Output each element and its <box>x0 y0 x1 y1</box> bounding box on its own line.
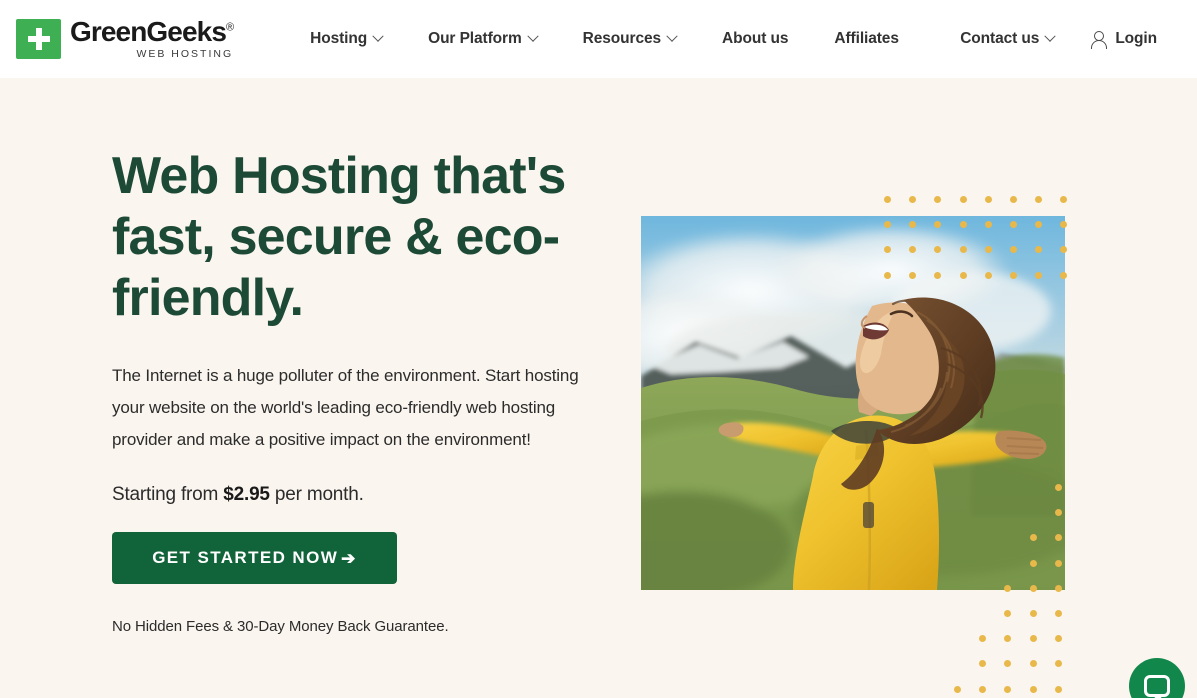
nav-item-our-platform[interactable]: Our Platform <box>405 30 560 48</box>
nav-label-hosting: Hosting <box>310 30 368 47</box>
nav-label-login: Login <box>1115 30 1157 47</box>
decorative-dot <box>1054 635 1062 643</box>
nav-label-about-us: About us <box>722 30 789 47</box>
chevron-down-icon <box>372 30 384 42</box>
chevron-down-icon <box>1044 30 1056 42</box>
price-suffix: per month. <box>269 484 364 505</box>
decorative-dot <box>1054 685 1062 693</box>
nav-item-resources[interactable]: Resources <box>560 30 699 48</box>
decorative-dot <box>1035 196 1043 203</box>
decorative-dot <box>934 196 942 203</box>
price-value: $2.95 <box>223 484 270 505</box>
logo-text: GreenGeeks® WEB HOSTING <box>70 18 234 60</box>
cta-label: GET STARTED NOW <box>152 548 339 567</box>
nav-item-about-us[interactable]: About us <box>699 30 811 48</box>
nav-item-hosting[interactable]: Hosting <box>287 30 405 48</box>
decorative-dot <box>1029 685 1037 693</box>
page-title: Web Hosting that's fast, secure & eco-fr… <box>112 147 566 327</box>
nav-item-affiliates[interactable]: Affiliates <box>811 30 921 48</box>
hero-paragraph: The Internet is a huge polluter of the e… <box>112 366 579 449</box>
hero-visual <box>641 196 1068 693</box>
decorative-dot <box>959 196 967 203</box>
decorative-dot <box>979 635 987 643</box>
get-started-button[interactable]: GET STARTED NOW ➔ <box>112 532 397 584</box>
logo-name: GreenGeeks <box>70 16 227 48</box>
decorative-dot <box>884 196 891 203</box>
decorative-dot <box>1004 660 1012 668</box>
decorative-dot <box>1029 610 1037 617</box>
decorative-dot <box>1004 610 1012 617</box>
hero-content: Web Hosting that's fast, secure & eco-fr… <box>112 146 612 635</box>
logo-wordmark: GreenGeeks® <box>70 18 234 46</box>
decorative-dot <box>1004 685 1012 693</box>
decorative-dot <box>979 685 987 693</box>
site-header: GreenGeeks® WEB HOSTING Hosting Our Plat… <box>0 0 1197 78</box>
decorative-dot <box>1054 660 1062 668</box>
nav-label-our-platform: Our Platform <box>428 30 522 47</box>
logo-tagline: WEB HOSTING <box>136 48 234 61</box>
registered-mark: ® <box>226 21 235 34</box>
decorative-dot <box>1054 610 1062 617</box>
primary-navigation: Hosting Our Platform Resources About us … <box>287 30 922 48</box>
nav-label-resources: Resources <box>582 30 662 47</box>
decorative-dot <box>1010 196 1017 203</box>
decorative-dot <box>909 196 917 203</box>
chevron-down-icon <box>666 30 678 42</box>
arrow-right-icon: ➔ <box>341 548 357 568</box>
plus-icon <box>16 19 61 59</box>
site-logo[interactable]: GreenGeeks® WEB HOSTING <box>16 18 234 60</box>
decorative-dot <box>1060 196 1068 203</box>
hero-guarantee-note: No Hidden Fees & 30-Day Money Back Guara… <box>112 618 449 635</box>
chevron-down-icon <box>526 30 539 42</box>
chat-bubble-icon <box>1144 675 1170 698</box>
decorative-dot <box>1029 660 1037 668</box>
price-prefix: Starting from <box>112 484 224 505</box>
decorative-dot <box>954 685 961 693</box>
nav-item-contact-us[interactable]: Contact us <box>942 30 1072 48</box>
hero-price-line: Starting from $2.95 per month. <box>112 484 612 506</box>
user-icon <box>1090 30 1107 49</box>
decorative-dot <box>1004 635 1012 643</box>
hero-image <box>641 216 1065 590</box>
nav-label-contact-us: Contact us <box>960 30 1040 47</box>
hero-section: Web Hosting that's fast, secure & eco-fr… <box>0 78 1197 698</box>
secondary-navigation: Contact us Login <box>942 30 1175 49</box>
nav-item-login[interactable]: Login <box>1072 30 1175 49</box>
decorative-dot <box>984 196 992 203</box>
decorative-dot <box>979 660 987 668</box>
decorative-dot <box>1029 635 1037 643</box>
nav-label-affiliates: Affiliates <box>834 30 899 47</box>
